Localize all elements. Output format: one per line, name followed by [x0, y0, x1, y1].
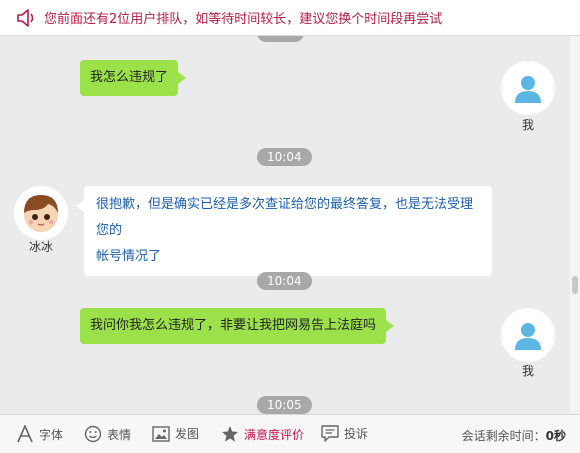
sender-name: 冰冰	[28, 240, 53, 254]
message-text: 我怎么违规了	[90, 70, 169, 85]
complaint-icon	[321, 425, 339, 442]
timestamp-pill: 10:04	[257, 148, 312, 166]
session-remaining-time: 会话剩余时间：0秒	[462, 427, 566, 444]
emoji-icon	[84, 425, 102, 443]
emoji-button[interactable]: 表情	[84, 425, 131, 443]
complaint-button[interactable]: 投诉	[321, 425, 368, 442]
rating-button[interactable]: 满意度评价	[221, 425, 304, 443]
speaker-icon	[17, 8, 34, 27]
image-icon	[152, 425, 170, 442]
sender-name: 我	[521, 118, 534, 132]
font-button[interactable]: 字体	[16, 425, 63, 443]
star-icon	[222, 426, 238, 442]
session-remaining-value: 0秒	[545, 429, 566, 443]
emoji-button-label: 表情	[107, 427, 132, 442]
user-avatar-icon	[515, 76, 541, 103]
user-avatar	[501, 308, 555, 362]
message-text: 我问你我怎么违规了，非要让我把网易告上法庭吗	[90, 318, 377, 333]
agent-avatar-icon	[24, 195, 58, 232]
chat-bubble-self: 我问你我怎么违规了，非要让我把网易告上法庭吗	[80, 308, 395, 344]
agent-avatar	[14, 186, 68, 240]
bottom-toolbar: 字体 表情 发图 满意度评价 投诉 会话剩余时间：0秒	[0, 414, 580, 453]
image-button[interactable]: 发图	[152, 425, 199, 442]
queue-notice-text: 您前面还有2位用户排队，如等待时间较长，建议您换个时间段再尝试	[44, 12, 443, 27]
session-remaining-label: 会话剩余时间：	[461, 429, 546, 443]
message-text-line: 很抱歉，但是确实已经是多次查证给您的最终答复，也是无法受理您的	[96, 197, 474, 238]
chat-bubble-agent: 很抱歉，但是确实已经是多次查证给您的最终答复，也是无法受理您的 帐号情况了	[76, 186, 492, 276]
timestamp-pill: 10:0	[257, 36, 304, 42]
message-text-line: 帐号情况了	[96, 249, 162, 264]
timestamp-pill: 10:05	[257, 396, 312, 414]
complaint-button-label: 投诉	[344, 427, 369, 441]
font-button-label: 字体	[39, 427, 64, 442]
scrollbar-thumb[interactable]	[572, 276, 578, 294]
chat-scrollbar[interactable]	[570, 36, 580, 414]
font-icon	[17, 425, 33, 443]
chat-area[interactable]: 10:0 我怎么违规了 我 10:04 冰冰 很抱歉，但是确实已经是多次查证给您…	[0, 36, 570, 414]
rating-button-label: 满意度评价	[244, 427, 305, 442]
user-avatar-icon	[515, 323, 541, 350]
sender-name: 我	[521, 364, 534, 378]
timestamp-pill: 10:04	[257, 272, 312, 290]
chat-bubble-self: 我怎么违规了	[80, 60, 187, 96]
queue-notice-bar: 您前面还有2位用户排队，如等待时间较长，建议您换个时间段再尝试	[0, 0, 580, 36]
user-avatar	[501, 61, 555, 115]
image-button-label: 发图	[175, 427, 200, 441]
